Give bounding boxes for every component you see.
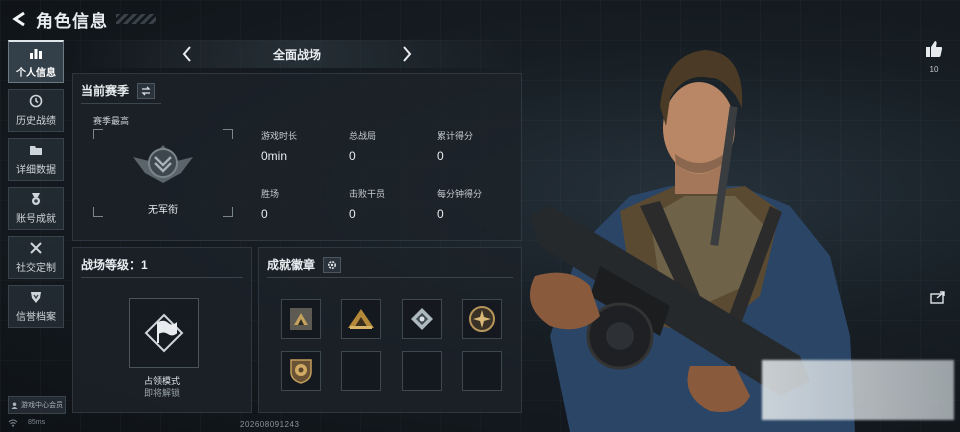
- season-header: 当前赛季: [81, 82, 156, 99]
- service-label: 游戏中心会员: [21, 402, 63, 409]
- season-best-label: 赛季最高: [93, 116, 130, 126]
- divider: [267, 277, 513, 278]
- lion-badge-icon: [290, 359, 312, 384]
- prev-mode-button[interactable]: [177, 43, 197, 65]
- stat-value: 0min: [261, 149, 288, 163]
- switch-season-button[interactable]: [137, 82, 156, 99]
- share-icon: [930, 291, 945, 304]
- season-title: 当前赛季: [81, 84, 130, 98]
- swap-icon: [141, 86, 151, 95]
- clock-icon: [29, 94, 43, 108]
- sidebar-item-label: 详细数据: [16, 165, 56, 176]
- share-button[interactable]: [930, 290, 946, 309]
- sidebar-item-label: 个人信息: [16, 67, 56, 79]
- badge-slot-empty[interactable]: [402, 351, 442, 391]
- sidebar-item-label: 社交定制: [16, 263, 56, 274]
- bar-chart-icon: [30, 48, 42, 59]
- sidebar-item-details[interactable]: 详细数据: [8, 138, 64, 181]
- sidebar-item-reputation[interactable]: 信誉档案: [8, 285, 64, 328]
- like-count: 10: [929, 65, 939, 74]
- stat-label: 击败干员: [349, 189, 386, 199]
- divider: [81, 103, 161, 104]
- star-badge-icon: [469, 306, 495, 332]
- next-mode-button[interactable]: [397, 43, 417, 65]
- mode-selector: 全面战场: [72, 40, 522, 68]
- mountain-badge-icon: [290, 308, 312, 330]
- page-title: 角色信息: [36, 11, 108, 31]
- stat-total-matches: 总战局 0: [349, 129, 376, 163]
- status-footer: 85ms: [8, 419, 45, 429]
- divider: [81, 277, 243, 278]
- back-arrow-icon: [12, 11, 25, 27]
- sidebar-item-label: 历史战绩: [16, 116, 56, 127]
- sidebar-item-label: 账号成就: [16, 214, 56, 225]
- camp-badge-icon: [348, 309, 374, 329]
- stat-total-score: 累计得分 0: [437, 129, 473, 163]
- mode-label: 全面战场: [272, 47, 321, 62]
- achievements-title: 成就徽章: [267, 258, 316, 272]
- sidebar-item-achievements[interactable]: 账号成就: [8, 187, 64, 230]
- back-button[interactable]: [10, 9, 28, 29]
- badge-slot[interactable]: [281, 299, 321, 339]
- badge-slot-empty[interactable]: [462, 351, 502, 391]
- stat-value: 0: [437, 207, 444, 221]
- mode-emblem-frame[interactable]: [129, 298, 199, 368]
- rank-emblem-icon: [133, 145, 193, 183]
- achievement-settings-button[interactable]: [323, 256, 342, 273]
- season-panel: 当前赛季 赛季最高 无军衔 游戏时长 0min 总战局 0 累计得分 0 胜场 …: [72, 73, 522, 241]
- page-header: 角色信息: [10, 6, 156, 32]
- mode-status: 即将解锁: [143, 388, 180, 398]
- title-decoration: [116, 14, 156, 24]
- badge-slot[interactable]: [462, 299, 502, 339]
- badge-slot[interactable]: [341, 299, 381, 339]
- flag-icon: [144, 313, 184, 353]
- stat-kills: 击败干员 0: [349, 187, 385, 221]
- level-title: 战场等级：1: [81, 258, 148, 272]
- tools-icon: [30, 242, 42, 254]
- stat-label: 游戏时长: [261, 131, 298, 141]
- sidebar: 个人信息 历史战绩 详细数据 账号成就 社交定制 信誉档案: [8, 40, 65, 334]
- stat-value: 0: [437, 149, 444, 163]
- stat-label: 胜场: [261, 189, 280, 199]
- medal-icon: [32, 193, 40, 205]
- service-badge[interactable]: 游戏中心会员: [8, 396, 66, 414]
- sidebar-item-personal-info[interactable]: 个人信息: [8, 40, 64, 83]
- player-uid: 202608091243: [240, 420, 300, 429]
- sidebar-item-social[interactable]: 社交定制: [8, 236, 64, 279]
- achievements-panel: 成就徽章: [258, 247, 522, 413]
- ping-value: 85ms: [28, 419, 46, 426]
- chevron-left-icon: [182, 46, 191, 62]
- badge-slot[interactable]: [281, 351, 321, 391]
- badge-slot[interactable]: [402, 299, 442, 339]
- sidebar-item-history[interactable]: 历史战绩: [8, 89, 64, 132]
- stat-label: 每分钟得分: [437, 189, 483, 199]
- user-icon: [11, 401, 18, 409]
- like-button[interactable]: 10: [922, 40, 946, 74]
- stat-wins: 胜场 0: [261, 187, 279, 221]
- rank-name: 无军衔: [148, 205, 178, 216]
- stat-score-per-minute: 每分钟得分 0: [437, 187, 482, 221]
- level-header: 战场等级：1: [81, 256, 148, 273]
- sidebar-item-label: 信誉档案: [16, 312, 56, 323]
- thumbs-up-icon: [926, 41, 943, 57]
- stat-value: 0: [261, 207, 268, 221]
- stat-value: 0: [349, 207, 356, 221]
- diamond-badge-icon: [411, 308, 433, 330]
- stat-value: 0: [349, 149, 356, 163]
- achievements-header: 成就徽章: [267, 256, 342, 273]
- shield-icon: [31, 292, 41, 303]
- wifi-icon: [8, 419, 18, 429]
- blurred-overlay: [762, 360, 954, 420]
- level-panel: 战场等级：1 占领模式 即将解锁: [72, 247, 252, 413]
- chevron-right-icon: [403, 46, 412, 62]
- stat-label: 累计得分: [437, 131, 474, 141]
- badge-slot-empty[interactable]: [341, 351, 381, 391]
- rank-frame: 无军衔: [93, 129, 233, 217]
- gear-icon: [328, 260, 337, 269]
- folder-icon: [30, 146, 42, 155]
- stat-playtime: 游戏时长 0min: [261, 129, 297, 163]
- stat-label: 总战局: [349, 131, 377, 141]
